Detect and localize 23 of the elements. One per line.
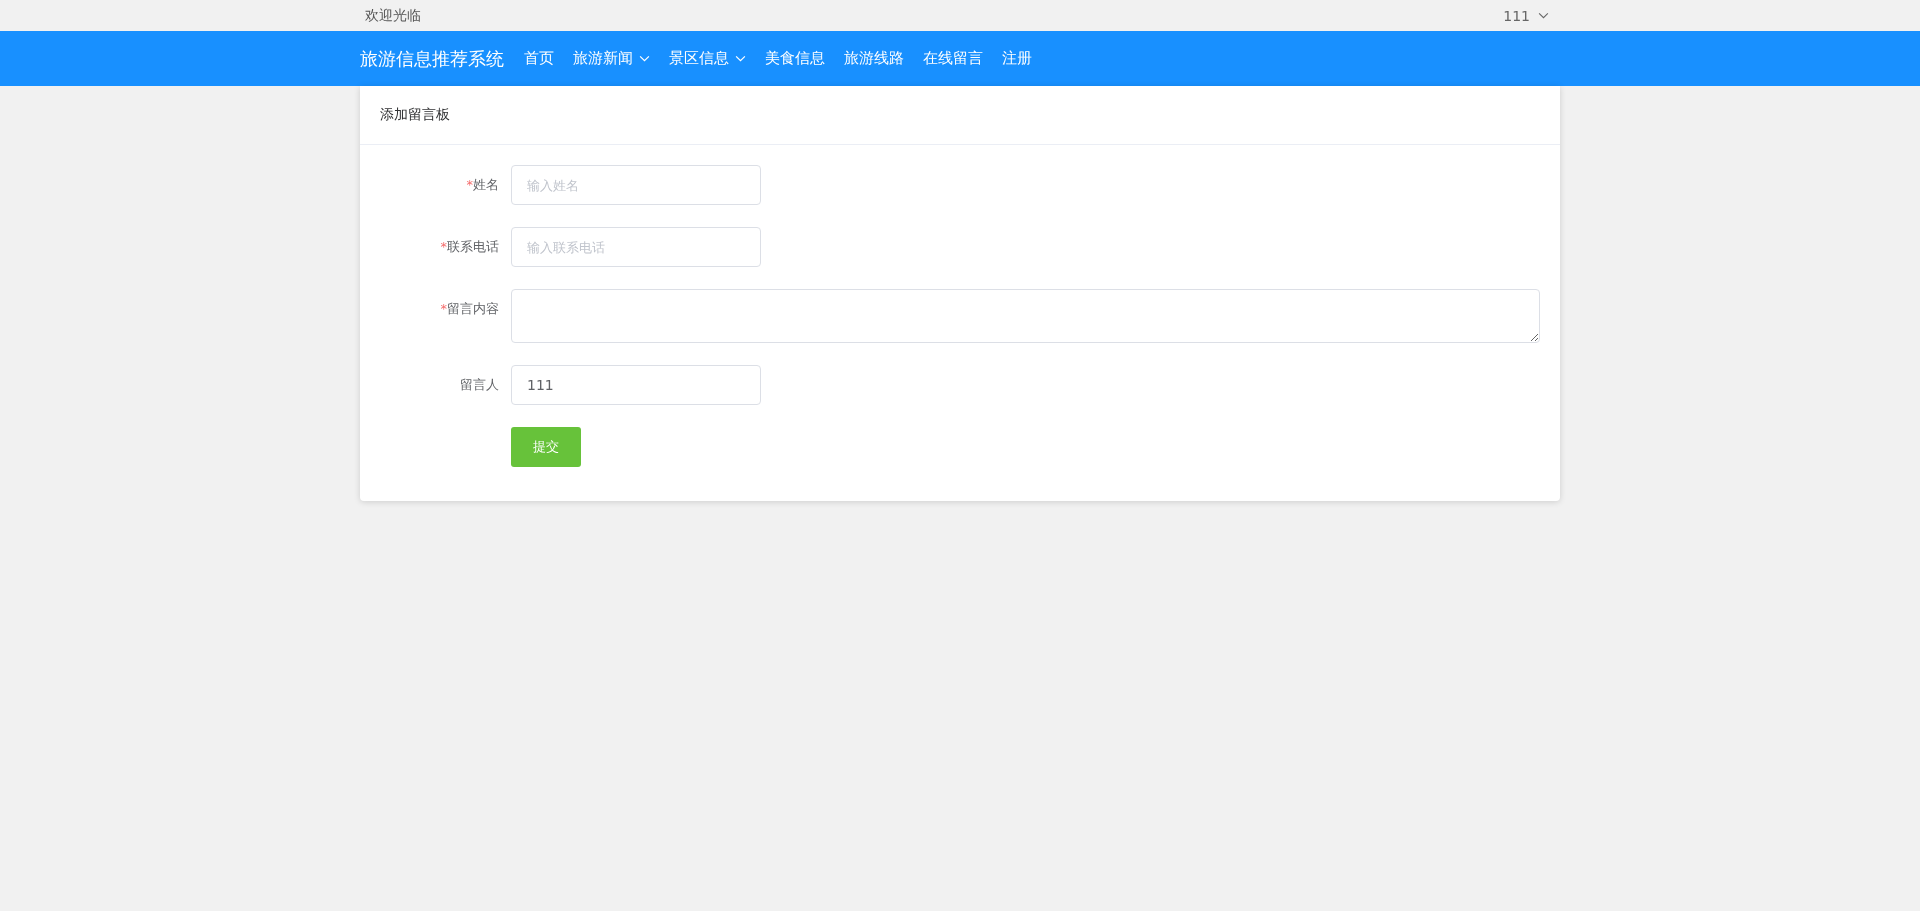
field-label: *留言内容: [440, 300, 499, 318]
nav-link[interactable]: 首页: [524, 49, 554, 68]
input-field[interactable]: 111: [511, 365, 761, 405]
field-label: *姓名: [466, 176, 499, 194]
user-menu[interactable]: 111: [1497, 7, 1555, 24]
nav-link[interactable]: 注册: [1002, 49, 1032, 68]
input-field[interactable]: 输入联系电话: [511, 227, 761, 267]
nav-link[interactable]: 在线留言: [923, 49, 983, 68]
chevron-down-icon: [1538, 12, 1549, 19]
nav-link[interactable]: 美食信息: [765, 49, 825, 68]
submit-button[interactable]: 提交: [511, 427, 581, 467]
card-title: 添加留言板: [380, 106, 450, 124]
field-label: *联系电话: [440, 238, 499, 256]
chevron-down-icon: [735, 55, 746, 62]
input-field[interactable]: 输入姓名: [511, 165, 761, 205]
nav-link[interactable]: 旅游新闻: [573, 49, 650, 68]
greeting-text: 欢迎光临: [365, 6, 421, 25]
textarea-field[interactable]: [511, 289, 1540, 343]
chevron-down-icon: [639, 55, 650, 62]
field-label: 留言人: [460, 376, 499, 394]
site-title[interactable]: 旅游信息推荐系统: [360, 46, 504, 71]
nav-link[interactable]: 旅游线路: [844, 49, 904, 68]
nav-link[interactable]: 景区信息: [669, 49, 746, 68]
